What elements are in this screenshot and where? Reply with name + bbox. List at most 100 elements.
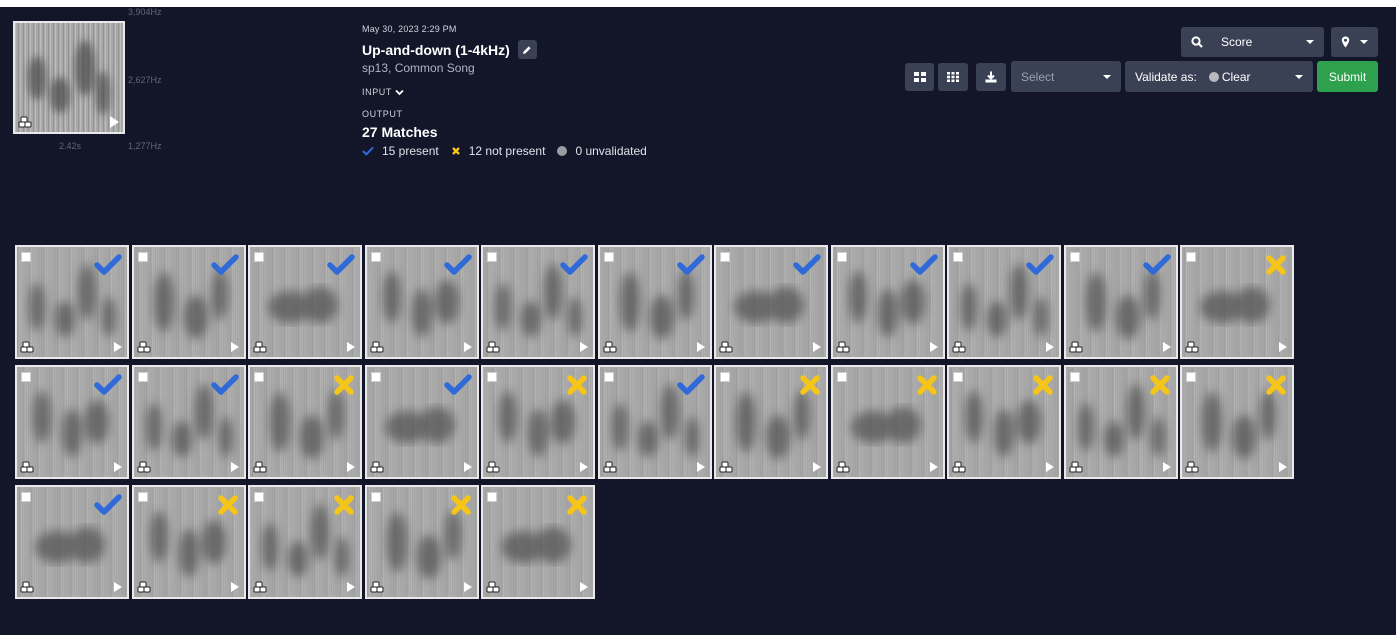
ice-cubes-icon[interactable] [20, 341, 34, 354]
ice-cubes-icon[interactable] [952, 461, 966, 474]
match-tile[interactable] [830, 365, 945, 479]
select-checkbox[interactable] [1069, 372, 1080, 382]
match-tile[interactable] [947, 245, 1061, 359]
check-icon[interactable] [210, 374, 239, 396]
check-icon[interactable] [443, 254, 472, 276]
play-icon[interactable] [114, 462, 122, 472]
check-icon[interactable] [94, 374, 122, 396]
play-icon[interactable] [347, 342, 355, 352]
play-icon[interactable] [1279, 342, 1287, 352]
x-icon[interactable] [1265, 374, 1287, 396]
play-icon[interactable] [580, 582, 588, 592]
play-icon[interactable] [347, 462, 355, 472]
select-checkbox[interactable] [21, 252, 31, 262]
match-tile[interactable] [597, 245, 712, 359]
play-icon[interactable] [230, 582, 239, 592]
ice-cubes-icon[interactable] [486, 461, 500, 474]
select-checkbox[interactable] [603, 252, 614, 262]
check-icon[interactable] [327, 254, 355, 276]
play-icon[interactable] [696, 462, 705, 472]
match-tile[interactable] [248, 485, 362, 599]
ice-cubes-icon[interactable] [1069, 461, 1083, 474]
match-tile[interactable] [364, 365, 479, 479]
check-icon[interactable] [793, 254, 821, 276]
ice-cubes-icon[interactable] [1185, 461, 1199, 474]
play-icon[interactable] [114, 582, 122, 592]
play-icon[interactable] [929, 462, 938, 472]
check-icon[interactable] [443, 374, 472, 396]
check-icon[interactable] [94, 254, 122, 276]
query-spectrogram[interactable] [13, 21, 125, 134]
x-icon[interactable] [916, 374, 938, 396]
play-icon[interactable] [1162, 462, 1171, 472]
select-checkbox[interactable] [137, 252, 148, 262]
match-tile[interactable] [481, 245, 595, 359]
location-dropdown[interactable] [1331, 27, 1378, 57]
x-icon[interactable] [1032, 374, 1054, 396]
ice-cubes-icon[interactable] [253, 461, 267, 474]
ice-cubes-icon[interactable] [603, 341, 617, 354]
play-icon[interactable] [1279, 462, 1287, 472]
ice-cubes-icon[interactable] [253, 341, 267, 354]
match-tile[interactable] [364, 485, 479, 599]
grid-large-view-button[interactable] [905, 63, 934, 91]
check-icon[interactable] [1026, 254, 1054, 276]
select-checkbox[interactable] [1069, 252, 1080, 262]
x-icon[interactable] [1265, 254, 1287, 276]
match-tile[interactable] [15, 365, 129, 479]
check-icon[interactable] [1142, 254, 1171, 276]
x-icon[interactable] [217, 494, 239, 516]
select-checkbox[interactable] [953, 372, 963, 382]
play-icon[interactable] [463, 582, 472, 592]
check-icon[interactable] [909, 254, 938, 276]
edit-title-button[interactable] [517, 40, 537, 59]
ice-cubes-icon[interactable] [952, 341, 966, 354]
submit-button[interactable]: Submit [1317, 61, 1378, 92]
select-checkbox[interactable] [254, 492, 264, 502]
match-tile[interactable] [248, 245, 362, 359]
ice-cubes-icon[interactable] [137, 461, 151, 474]
match-tile[interactable] [131, 245, 246, 359]
x-icon[interactable] [799, 374, 821, 396]
match-tile[interactable] [714, 245, 828, 359]
play-icon[interactable] [580, 462, 588, 472]
play-icon[interactable] [114, 342, 122, 352]
x-icon[interactable] [333, 494, 355, 516]
check-icon[interactable] [94, 494, 122, 516]
play-icon[interactable] [230, 342, 239, 352]
ice-cubes-icon[interactable] [370, 341, 384, 354]
match-tile[interactable] [131, 485, 246, 599]
x-icon[interactable] [566, 494, 588, 516]
match-tile[interactable] [947, 365, 1061, 479]
select-checkbox[interactable] [370, 372, 381, 382]
ice-cubes-icon[interactable] [719, 461, 733, 474]
match-tile[interactable] [1063, 245, 1178, 359]
ice-cubes-icon[interactable] [370, 581, 384, 594]
select-checkbox[interactable] [487, 372, 497, 382]
select-dropdown[interactable]: Select [1011, 61, 1121, 92]
play-icon[interactable] [580, 342, 588, 352]
ice-cubes-icon[interactable] [253, 581, 267, 594]
download-button[interactable] [976, 63, 1006, 91]
match-tile[interactable] [597, 365, 712, 479]
input-toggle[interactable]: INPUT [362, 87, 659, 97]
ice-cubes-icon[interactable] [486, 341, 500, 354]
select-checkbox[interactable] [603, 372, 614, 382]
select-checkbox[interactable] [370, 252, 381, 262]
play-icon[interactable] [1046, 462, 1054, 472]
grid-small-view-button[interactable] [938, 63, 968, 91]
match-tile[interactable] [131, 365, 246, 479]
sort-score-dropdown[interactable]: Score [1181, 27, 1324, 57]
play-icon[interactable] [1046, 342, 1054, 352]
match-tile[interactable] [1180, 245, 1294, 359]
play-icon[interactable] [230, 462, 239, 472]
select-checkbox[interactable] [1186, 372, 1196, 382]
ice-cubes-icon[interactable] [603, 461, 617, 474]
check-icon[interactable] [676, 374, 705, 396]
select-checkbox[interactable] [1186, 252, 1196, 262]
select-checkbox[interactable] [370, 492, 381, 502]
check-icon[interactable] [676, 254, 705, 276]
match-tile[interactable] [481, 365, 595, 479]
match-tile[interactable] [15, 485, 129, 599]
ice-cubes-icon[interactable] [719, 341, 733, 354]
